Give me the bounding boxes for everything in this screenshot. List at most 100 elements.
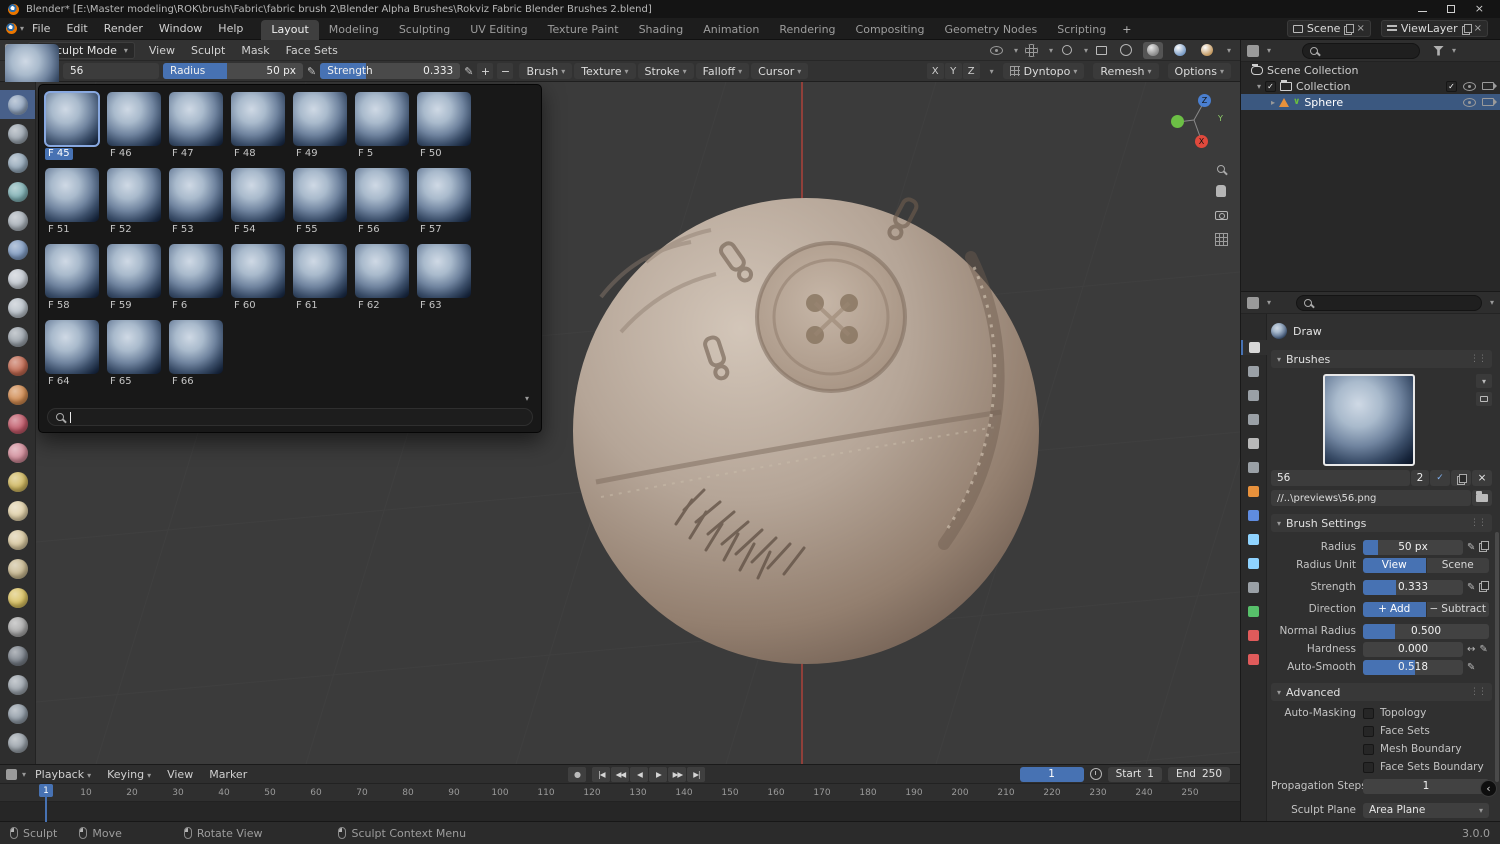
camera-view-icon[interactable] (1212, 206, 1230, 224)
shading-rendered-button[interactable] (1197, 42, 1217, 59)
properties-tab-modifiers[interactable] (1241, 508, 1267, 523)
transport-jump-start-button[interactable]: |◀ (592, 766, 611, 782)
mirror-y-button[interactable]: Y (944, 63, 962, 79)
transport-play-button[interactable]: ▶ (649, 766, 668, 782)
marker-menu[interactable]: Marker (202, 767, 254, 782)
gizmo-x-axis[interactable]: X (1195, 135, 1208, 148)
brush-item[interactable]: F 61 (291, 242, 353, 318)
transport-play-reverse-button[interactable]: ◀ (630, 766, 649, 782)
brush-item[interactable]: F 46 (105, 90, 167, 166)
workspace-tab-compositing[interactable]: Compositing (846, 20, 935, 40)
workspace-tab-scripting[interactable]: Scripting (1047, 20, 1116, 40)
tool-snake-hook[interactable] (0, 583, 35, 612)
stroke-dropdown[interactable]: Stroke ▾ (637, 63, 694, 79)
viewport-menu-sculpt[interactable]: Sculpt (183, 42, 233, 59)
radius-slider-header[interactable]: Radius 50 px (163, 63, 303, 79)
image-path-field[interactable]: //..\previews\56.png (1271, 490, 1471, 506)
brush-item[interactable]: F 64 (43, 318, 105, 394)
gizmos-icon[interactable] (1025, 43, 1039, 57)
tool-inflate[interactable] (0, 264, 35, 293)
xray-icon[interactable] (1095, 43, 1109, 57)
outliner-row-scene-collection[interactable]: Scene Collection (1241, 62, 1500, 78)
disable-render-icon[interactable] (1482, 98, 1497, 106)
auto-smooth-slider[interactable]: 0.518 (1363, 659, 1463, 675)
playhead-badge[interactable]: 1 (39, 784, 53, 797)
expand-icon[interactable]: ▸ (1271, 98, 1275, 107)
checkbox-face-sets[interactable] (1363, 725, 1374, 737)
transport-next-keyframe-button[interactable]: ▶▶ (668, 766, 687, 782)
brush-item[interactable]: F 62 (353, 242, 415, 318)
gizmo-z-axis[interactable]: Z (1198, 94, 1211, 107)
brush-dropdown[interactable]: Brush ▾ (519, 63, 573, 79)
timeline-track[interactable] (0, 802, 1240, 822)
end-frame-field[interactable]: End 250 (1167, 766, 1230, 782)
current-frame-field[interactable]: 1 (1019, 766, 1084, 782)
properties-search-input[interactable] (1296, 294, 1482, 311)
brush-item[interactable]: F 50 (415, 90, 477, 166)
workspace-tab-shading[interactable]: Shading (629, 20, 694, 40)
brush-item[interactable]: F 45 (43, 90, 105, 166)
tool-rotate[interactable] (0, 699, 35, 728)
clock-icon[interactable] (1089, 768, 1102, 780)
workspace-tab-geometry-nodes[interactable]: Geometry Nodes (934, 20, 1047, 40)
viewport-menu-mask[interactable]: Mask (233, 42, 277, 59)
tool-elastic-deform[interactable] (0, 554, 35, 583)
workspace-tab-modeling[interactable]: Modeling (319, 20, 389, 40)
pressure-radius-icon[interactable]: ✎ (307, 66, 316, 77)
tool-fill[interactable] (0, 409, 35, 438)
drag-grip-icon[interactable]: ⋮⋮ (1470, 354, 1487, 364)
new-scene-icon[interactable] (1344, 24, 1355, 35)
tool-draw[interactable] (0, 90, 35, 119)
remove-viewlayer-icon[interactable]: × (1474, 23, 1482, 34)
radius-unit-scene-button[interactable]: Scene (1426, 557, 1489, 573)
unified-radius-icon[interactable] (1479, 541, 1490, 553)
workspace-tab-uv-editing[interactable]: UV Editing (460, 20, 537, 40)
properties-tab-texture[interactable] (1241, 652, 1267, 667)
drag-grip-icon[interactable]: ⋮⋮ (1470, 687, 1487, 697)
move-view-icon[interactable] (1212, 182, 1230, 200)
zoom-icon[interactable] (1212, 160, 1230, 178)
navigation-gizmo[interactable]: Z X Y (1162, 92, 1226, 152)
scrollbar[interactable] (1495, 532, 1499, 782)
brush-item[interactable]: F 54 (229, 166, 291, 242)
tool-grab[interactable] (0, 525, 35, 554)
menu-edit[interactable]: Edit (58, 20, 95, 37)
outliner-editor-icon[interactable] (1247, 44, 1259, 57)
expand-icon[interactable]: ▾ (1257, 82, 1261, 91)
properties-tab-material[interactable] (1241, 628, 1267, 643)
subtract-direction-button[interactable]: − (497, 63, 514, 79)
timeline-editor-icon[interactable] (6, 768, 17, 780)
checkbox-topology[interactable] (1363, 707, 1374, 719)
panel-header-brush-settings[interactable]: ▾ Brush Settings ⋮⋮ (1271, 514, 1492, 532)
menu-file[interactable]: File (24, 20, 58, 37)
menu-window[interactable]: Window (151, 20, 210, 37)
unified-strength-icon[interactable] (1479, 581, 1490, 593)
tool-smooth[interactable] (0, 351, 35, 380)
checkbox-mesh-boundary[interactable] (1363, 743, 1374, 755)
properties-tab-scene[interactable] (1241, 436, 1267, 451)
fake-user-shield-icon[interactable]: ✓ (1430, 470, 1450, 486)
radius-slider[interactable]: 50 px (1363, 539, 1463, 555)
add-direction-button[interactable]: + (477, 63, 494, 79)
pressure-icon[interactable]: ✎ (1467, 582, 1475, 593)
keying-menu[interactable]: Keying ▾ (100, 767, 158, 782)
properties-tab-particles[interactable] (1241, 532, 1267, 547)
tool-clay-strips[interactable] (0, 177, 35, 206)
radius-unit-view-button[interactable]: View (1363, 557, 1426, 573)
cursor-dropdown[interactable]: Cursor ▾ (751, 63, 809, 79)
brush-item[interactable]: F 51 (43, 166, 105, 242)
transport-jump-end-button[interactable]: ▶| (687, 766, 706, 782)
add-workspace-button[interactable]: + (1116, 20, 1137, 40)
tool-clay[interactable] (0, 148, 35, 177)
options-dropdown[interactable]: Options ▾ (1167, 63, 1231, 79)
shading-solid-button[interactable] (1142, 41, 1163, 59)
maximize-button[interactable] (1446, 5, 1455, 13)
workspace-tab-animation[interactable]: Animation (693, 20, 769, 40)
hide-viewport-icon[interactable] (1463, 97, 1476, 107)
filter-icon[interactable] (1433, 45, 1445, 56)
workspace-tab-rendering[interactable]: Rendering (769, 20, 845, 40)
properties-tab-data[interactable] (1241, 604, 1267, 619)
brush-item[interactable]: F 58 (43, 242, 105, 318)
viewport-menu-face-sets[interactable]: Face Sets (278, 42, 346, 59)
tool-clay-thumb[interactable] (0, 206, 35, 235)
